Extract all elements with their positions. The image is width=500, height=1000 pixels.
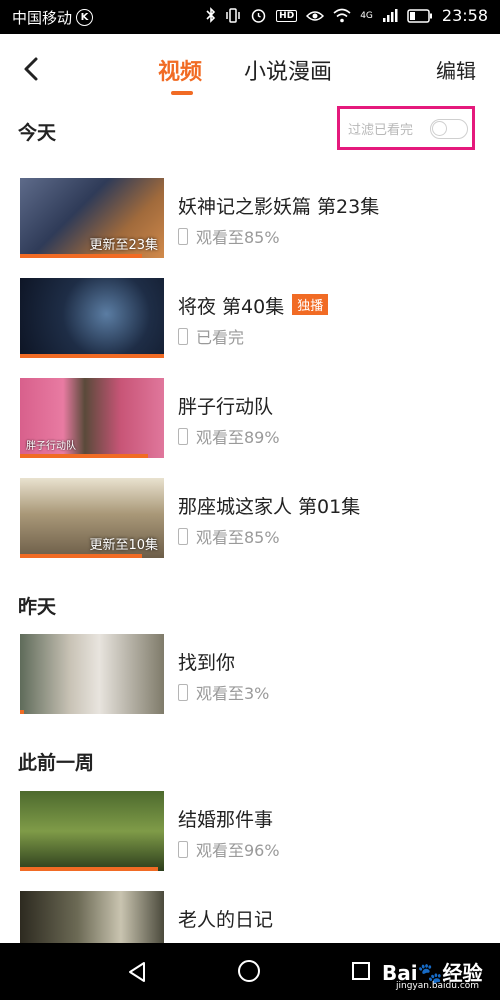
battery-icon	[407, 8, 432, 23]
watch-progress-bar	[20, 354, 164, 358]
watch-status-text: 观看至85%	[196, 528, 280, 547]
video-thumbnail: 胖子行动队	[20, 378, 164, 458]
bluetooth-icon	[206, 7, 216, 23]
watch-progress-bar	[20, 254, 143, 258]
watermark-url: jingyan.baidu.com	[396, 981, 480, 991]
phone-icon	[178, 227, 188, 245]
phone-icon	[178, 327, 188, 345]
show-logo: 胖子行动队	[26, 441, 76, 452]
filter-watched-toggle[interactable]	[430, 119, 468, 139]
top-header: 视频 小说漫画 编辑	[0, 34, 500, 104]
video-thumbnail	[20, 791, 164, 871]
phone-icon	[178, 527, 188, 545]
video-thumbnail: 更新至10集	[20, 478, 164, 558]
nav-recent-apps-icon[interactable]	[352, 962, 370, 980]
network-type: 4G	[360, 10, 373, 21]
update-caption: 更新至23集	[89, 238, 158, 253]
signal-icon	[382, 9, 398, 22]
watch-status: 观看至89%	[178, 424, 280, 448]
section-title-yesterday: 昨天	[18, 596, 57, 618]
watch-status-text: 已看完	[196, 328, 245, 347]
filter-highlight-box: 过滤已看完	[337, 106, 475, 150]
back-arrow-icon[interactable]	[18, 54, 48, 84]
watch-progress-bar	[20, 710, 25, 714]
video-title: 胖子行动队	[178, 396, 274, 418]
watch-status: 观看至96%	[178, 837, 280, 861]
watch-status-text: 观看至89%	[196, 428, 280, 447]
update-caption: 更新至10集	[89, 538, 158, 553]
phone-icon	[178, 683, 188, 701]
phone-icon	[178, 427, 188, 445]
status-left: 中国移动 K	[12, 7, 94, 28]
history-item[interactable]: 将夜 第40集 独播 已看完	[0, 278, 500, 362]
tab-novel-comic[interactable]: 小说漫画	[244, 54, 332, 86]
watch-status: 观看至85%	[178, 224, 280, 248]
watch-progress-bar	[20, 867, 159, 871]
edit-button[interactable]: 编辑	[436, 55, 476, 84]
watch-status-text: 观看至96%	[196, 841, 280, 860]
status-bar: 中国移动 K HD 4G 23:58	[0, 0, 500, 34]
watch-status: 观看至85%	[178, 524, 280, 548]
toggle-knob	[432, 121, 447, 136]
video-title: 将夜 第40集 独播	[178, 292, 329, 319]
exclusive-badge: 独播	[292, 294, 329, 315]
video-title: 那座城这家人 第01集	[178, 496, 361, 518]
wifi-icon	[333, 8, 351, 23]
watch-status-text: 观看至3%	[196, 684, 270, 703]
history-item[interactable]: 更新至23集 妖神记之影妖篇 第23集 观看至85%	[0, 178, 500, 262]
video-title: 老人的日记	[178, 909, 274, 931]
watch-status-text: 观看至85%	[196, 228, 280, 247]
history-item[interactable]: 结婚那件事 观看至96%	[0, 791, 500, 875]
section-title-past-week: 此前一周	[18, 752, 95, 774]
hd-icon: HD	[276, 9, 298, 22]
clock: 23:58	[441, 6, 488, 25]
video-thumbnail	[20, 278, 164, 358]
active-tab-indicator	[171, 91, 193, 95]
alarm-icon	[251, 9, 266, 23]
status-right: HD 4G 23:58	[206, 6, 488, 25]
nav-back-icon[interactable]	[126, 961, 148, 983]
watch-progress-bar	[20, 554, 143, 558]
phone-icon	[178, 840, 188, 858]
eye-icon	[306, 10, 325, 21]
history-item[interactable]: 找到你 观看至3%	[0, 634, 500, 718]
video-title: 找到你	[178, 652, 236, 674]
video-thumbnail	[20, 634, 164, 714]
history-item[interactable]: 更新至10集 那座城这家人 第01集 观看至85%	[0, 478, 500, 562]
section-title-today: 今天	[18, 122, 57, 144]
carrier-name: 中国移动	[12, 9, 73, 27]
vibrate-icon	[226, 8, 240, 23]
system-nav-bar: Bai🐾经验 jingyan.baidu.com	[0, 943, 500, 1000]
video-title: 妖神记之影妖篇 第23集	[178, 196, 380, 218]
video-title-text: 将夜 第40集	[178, 296, 285, 318]
watch-status: 观看至3%	[178, 680, 269, 704]
nav-home-icon[interactable]	[238, 960, 260, 982]
tab-video[interactable]: 视频	[158, 54, 202, 86]
video-thumbnail: 更新至23集	[20, 178, 164, 258]
watch-progress-bar	[20, 454, 149, 458]
history-item[interactable]: 胖子行动队 胖子行动队 观看至89%	[0, 378, 500, 462]
carrier-k-icon: K	[76, 9, 94, 26]
video-title: 结婚那件事	[178, 809, 274, 831]
filter-watched-label: 过滤已看完	[348, 123, 414, 138]
watch-status: 已看完	[178, 324, 244, 348]
